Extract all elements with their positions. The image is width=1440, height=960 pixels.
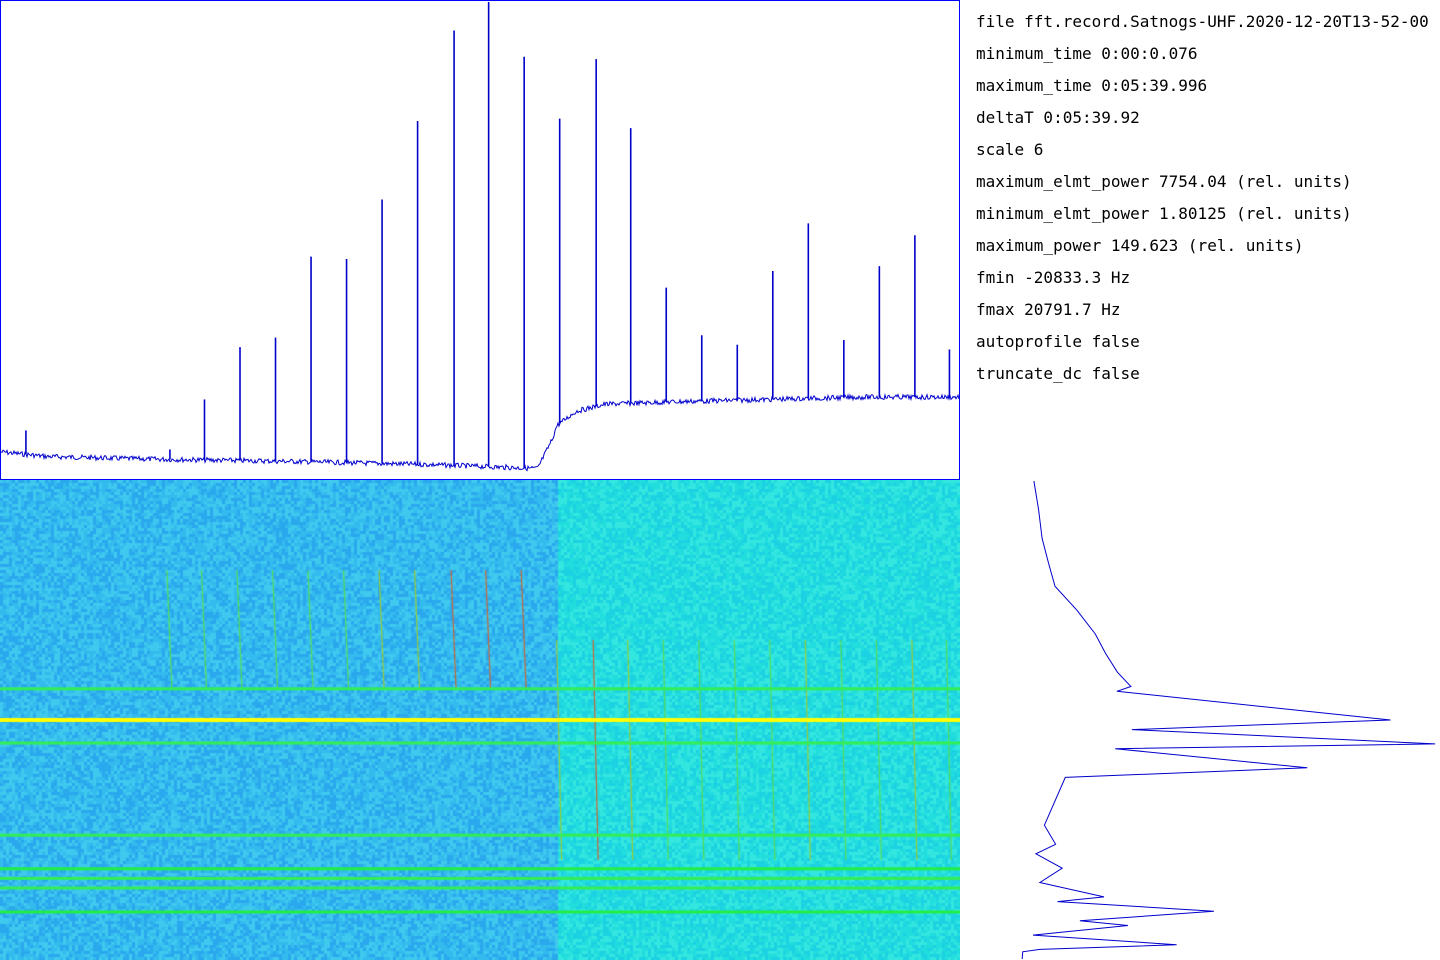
info-file: file fft.record.Satnogs-UHF.2020-12-20T1… [976,12,1429,31]
info-minimum-time: minimum_time 0:00:0.076 [976,44,1198,63]
info-maximum-power: maximum_power 149.623 (rel. units) [976,236,1304,255]
info-truncate-dc: truncate_dc false [976,364,1140,383]
info-minimum-elmt-power: minimum_elmt_power 1.80125 (rel. units) [976,204,1352,223]
time-power-profile [1021,480,1436,960]
spectrogram-waterfall [0,480,960,960]
frequency-profile-plot [0,0,960,480]
plot-frame [0,0,960,480]
info-maximum-time: maximum_time 0:05:39.996 [976,76,1208,95]
info-delta-t: deltaT 0:05:39.92 [976,108,1140,127]
info-scale: scale 6 [976,140,1044,159]
info-fmin: fmin -20833.3 Hz [976,268,1131,287]
time-profile-trace [1021,480,1436,960]
info-autoprofile: autoprofile false [976,332,1140,351]
info-fmax: fmax 20791.7 Hz [976,300,1121,319]
metadata-panel: file fft.record.Satnogs-UHF.2020-12-20T1… [976,10,1440,410]
info-maximum-elmt-power: maximum_elmt_power 7754.04 (rel. units) [976,172,1352,191]
